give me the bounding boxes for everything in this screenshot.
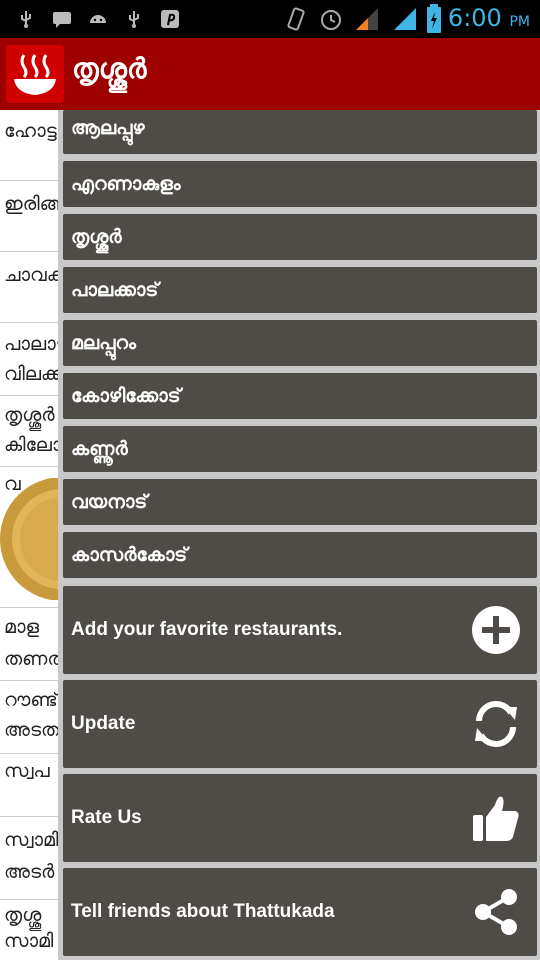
district-item-wayanad[interactable]: വയനാട്: [63, 479, 537, 525]
district-item-alappuzha[interactable]: ആലപ്പുഴ: [63, 110, 537, 154]
plus-circle-icon: [472, 606, 520, 654]
rate-us-label: Rate Us: [71, 807, 142, 828]
page-title: തൃശ്ശൂർ: [72, 52, 147, 85]
action-bar: തൃശ്ശൂർ: [0, 38, 540, 110]
district-item-ernakulam[interactable]: എറണാകുളം: [63, 161, 537, 207]
update-label: Update: [71, 713, 136, 734]
district-drawer: ആലപ്പുഴ എറണാകുളം തൃശ്ശൂർ പാലക്കാട് മലപ്പ…: [58, 110, 540, 960]
usb-icon-2: [129, 11, 139, 28]
signal-1-icon: [356, 8, 378, 30]
status-bar: 6:00 PM: [0, 0, 540, 38]
battery-icon: [427, 4, 441, 33]
message-icon: [53, 12, 71, 28]
alarm-icon: [321, 10, 341, 30]
refresh-icon: [475, 701, 517, 747]
android-icon: [90, 15, 106, 23]
district-item-kasaragod[interactable]: കാസർകോട്: [63, 532, 537, 578]
district-item-malappuram[interactable]: മലപ്പുറം: [63, 320, 537, 366]
steaming-bowl-icon[interactable]: [6, 45, 64, 103]
district-item-kozhikode[interactable]: കോഴിക്കോട്: [63, 373, 537, 419]
usb-icon: [21, 11, 31, 28]
update-button[interactable]: Update: [63, 680, 537, 768]
add-restaurant-label: Add your favorite restaurants.: [71, 619, 343, 640]
share-icon: [475, 889, 517, 935]
add-restaurant-button[interactable]: Add your favorite restaurants.: [63, 586, 537, 674]
pinterest-icon: [161, 10, 179, 28]
share-label: Tell friends about Thattukada: [71, 901, 335, 922]
district-item-kannur[interactable]: കണ്ണൂർ: [63, 426, 537, 472]
rate-us-button[interactable]: Rate Us: [63, 774, 537, 862]
district-item-thrissur[interactable]: തൃശ്ശൂർ: [63, 214, 537, 260]
clock: 6:00 PM: [447, 4, 530, 32]
thumbs-up-icon: [473, 796, 519, 841]
signal-2-icon: [394, 8, 416, 30]
vibrate-icon: [287, 7, 305, 31]
district-item-palakkad[interactable]: പാലക്കാട്: [63, 267, 537, 313]
share-button[interactable]: Tell friends about Thattukada: [63, 868, 537, 956]
